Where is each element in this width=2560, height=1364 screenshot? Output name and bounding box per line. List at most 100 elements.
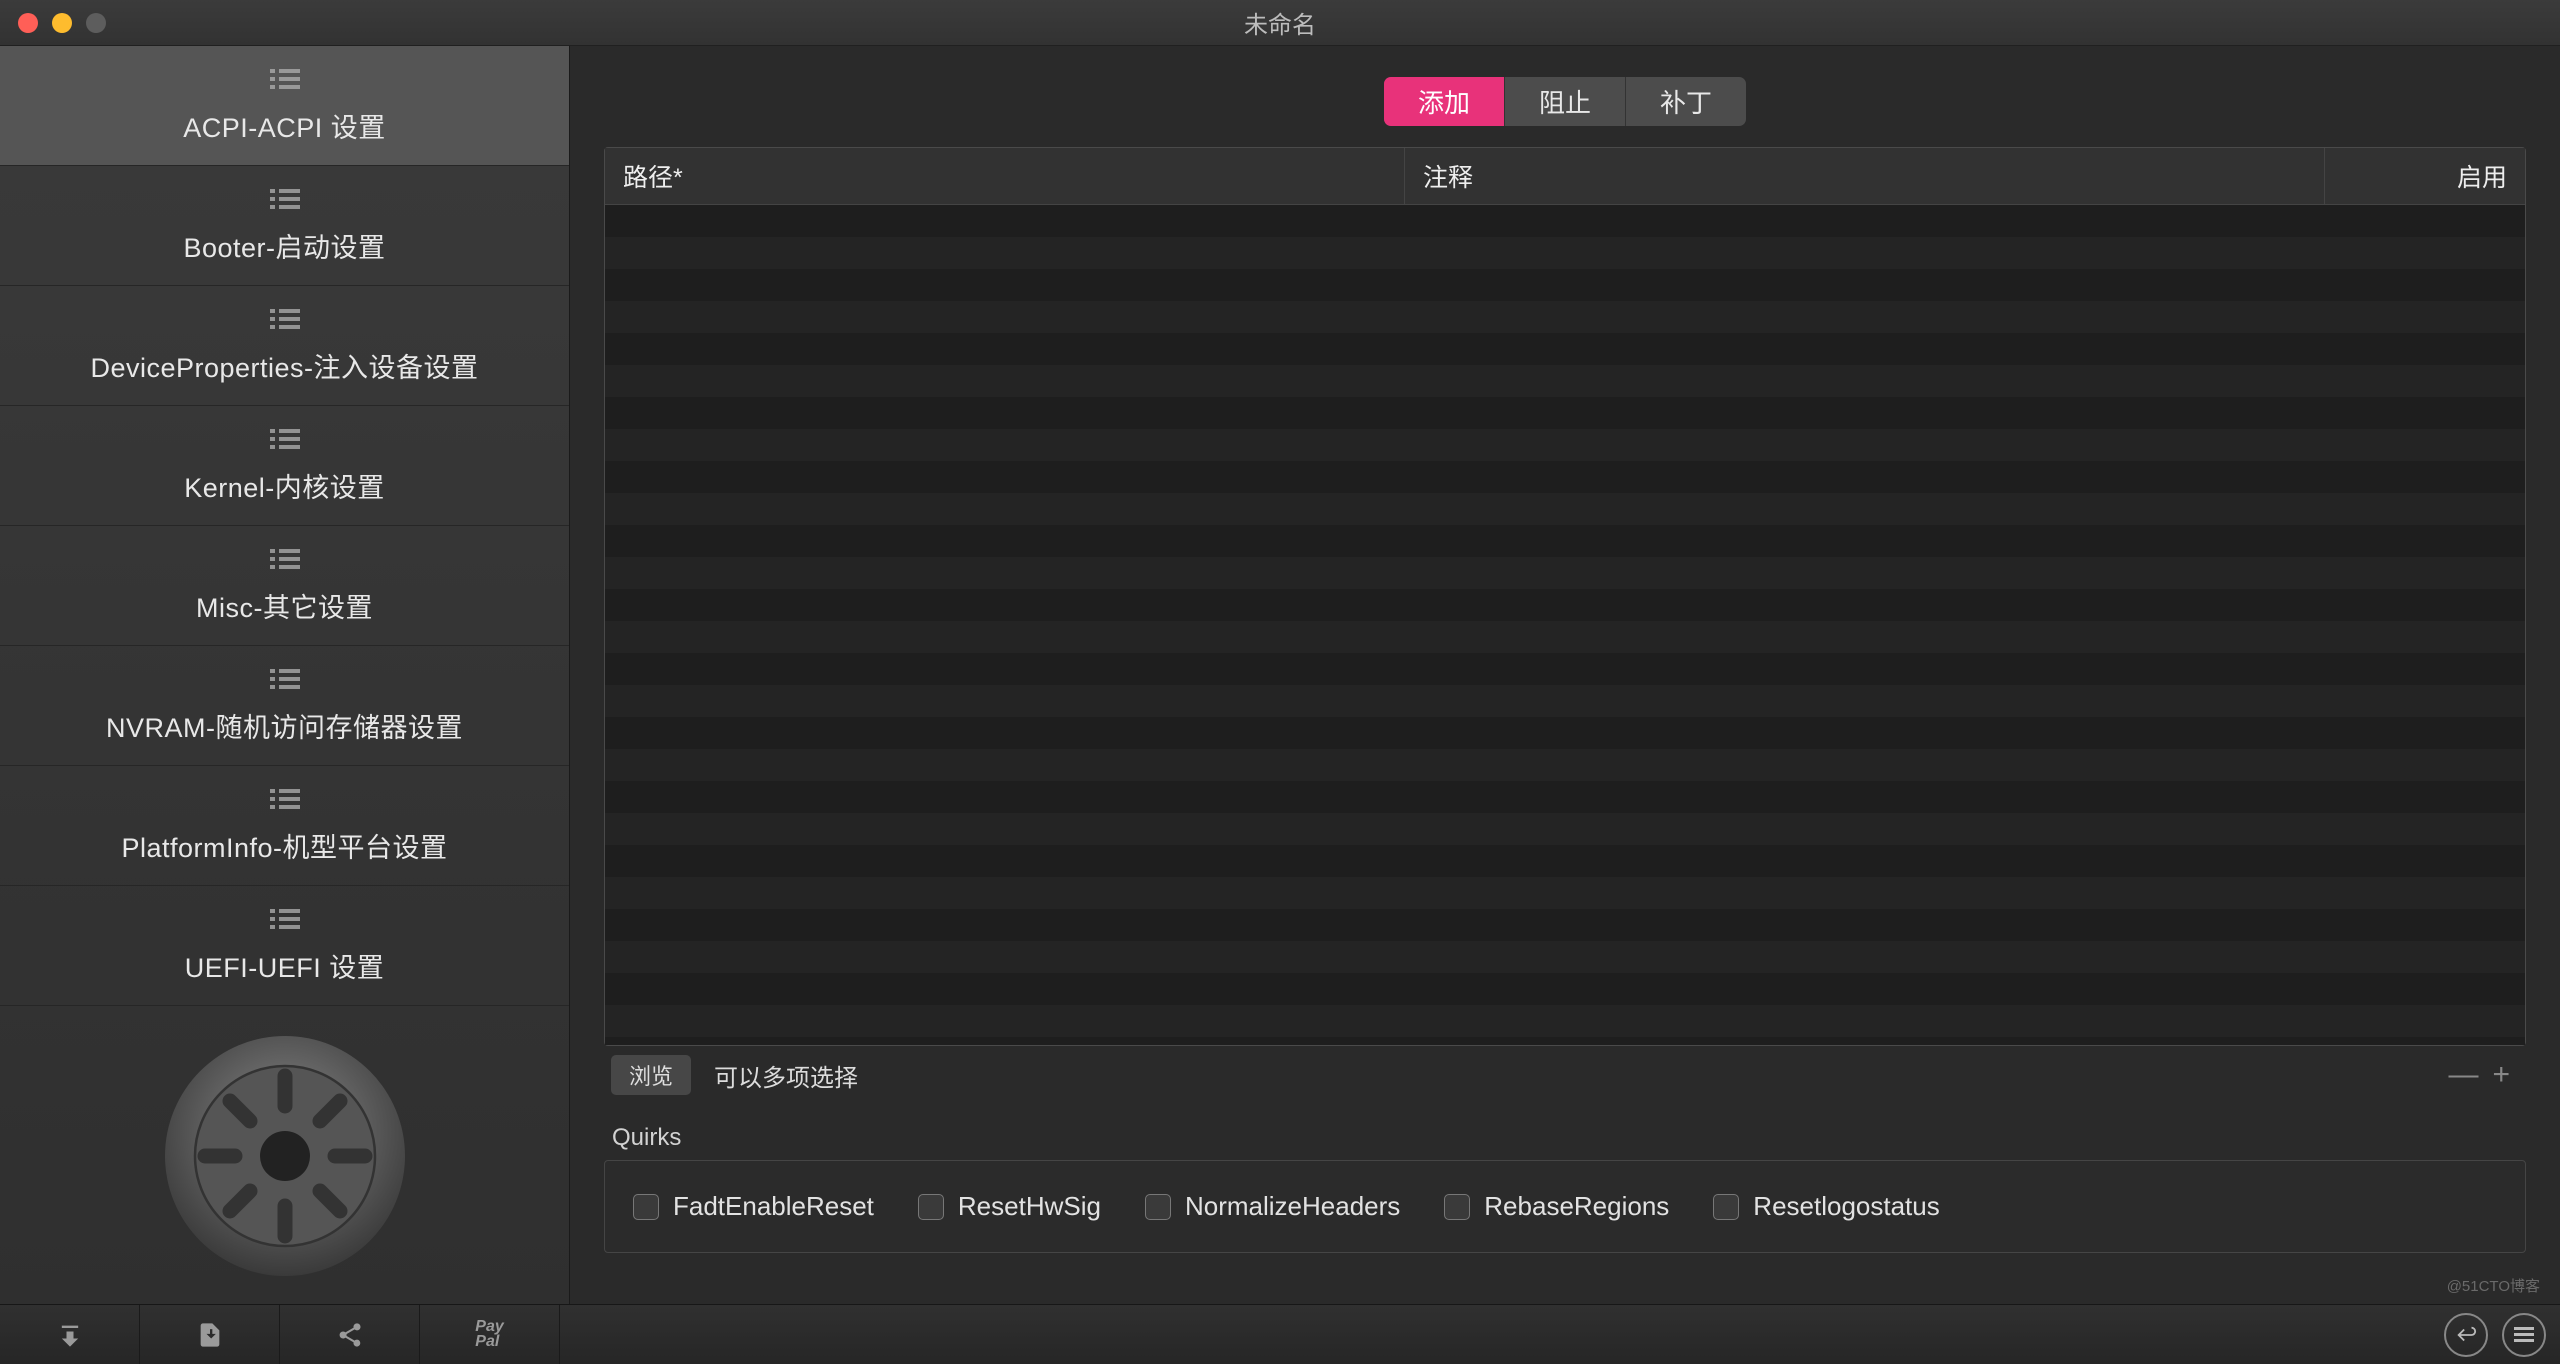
import-button[interactable]	[0, 1305, 140, 1364]
sidebar-item-label: DeviceProperties-注入设备设置	[90, 346, 478, 385]
quirks-section-label: Quirks	[612, 1124, 2526, 1152]
paypal-icon: Pay Pal	[475, 1320, 503, 1349]
checkbox-box[interactable]	[918, 1194, 944, 1220]
paypal-button[interactable]: Pay Pal	[420, 1305, 560, 1364]
list-icon	[270, 427, 300, 458]
col-comment[interactable]: 注释	[1405, 148, 2325, 204]
sidebar-item-uefi[interactable]: UEFI-UEFI 设置	[0, 886, 569, 1006]
footer-hint: 可以多项选择	[714, 1058, 858, 1093]
close-window-button[interactable]	[18, 13, 38, 33]
table-row[interactable]	[605, 429, 2525, 461]
table-footer: 浏览 可以多项选择 — +	[604, 1046, 2526, 1104]
table-body[interactable]	[605, 205, 2525, 1045]
list-icon	[270, 907, 300, 938]
back-arrow-icon	[2455, 1324, 2477, 1346]
table-row[interactable]	[605, 941, 2525, 973]
browse-button[interactable]: 浏览	[610, 1054, 692, 1096]
segmented-tabs: 添加 阻止 补丁	[1383, 76, 1747, 127]
checkbox-label: RebaseRegions	[1484, 1191, 1669, 1222]
zoom-window-button[interactable]	[86, 13, 106, 33]
table-header: 路径* 注释 启用	[605, 148, 2525, 205]
share-icon	[336, 1321, 364, 1349]
list-icon	[270, 547, 300, 578]
sidebar-item-misc[interactable]: Misc-其它设置	[0, 526, 569, 646]
tab-block[interactable]: 阻止	[1505, 77, 1626, 126]
export-icon	[196, 1321, 224, 1349]
share-button[interactable]	[280, 1305, 420, 1364]
tabs-row: 添加 阻止 补丁	[604, 76, 2526, 127]
table-row[interactable]	[605, 237, 2525, 269]
tab-add[interactable]: 添加	[1384, 77, 1505, 126]
table-row[interactable]	[605, 365, 2525, 397]
table-row[interactable]	[605, 333, 2525, 365]
content: ACPI-ACPI 设置 Booter-启动设置 DevicePropertie…	[0, 46, 2560, 1304]
vault-dial-area	[0, 1006, 569, 1304]
sidebar-item-acpi[interactable]: ACPI-ACPI 设置	[0, 46, 569, 166]
table-row[interactable]	[605, 685, 2525, 717]
vault-dial-icon[interactable]	[160, 1031, 410, 1281]
sidebar-item-label: PlatformInfo-机型平台设置	[121, 826, 447, 865]
checkbox-box[interactable]	[1713, 1194, 1739, 1220]
table-row[interactable]	[605, 877, 2525, 909]
table-row[interactable]	[605, 461, 2525, 493]
checkbox-label: FadtEnableReset	[673, 1191, 874, 1222]
back-button[interactable]	[2444, 1313, 2488, 1357]
table-row[interactable]	[605, 781, 2525, 813]
add-row-button[interactable]: +	[2492, 1058, 2510, 1092]
import-icon	[56, 1321, 84, 1349]
table-row[interactable]	[605, 525, 2525, 557]
table: 路径* 注释 启用	[604, 147, 2526, 1046]
table-row[interactable]	[605, 589, 2525, 621]
table-row[interactable]	[605, 621, 2525, 653]
table-row[interactable]	[605, 845, 2525, 877]
table-row[interactable]	[605, 205, 2525, 237]
tab-patch[interactable]: 补丁	[1626, 77, 1746, 126]
table-row[interactable]	[605, 1037, 2525, 1045]
checkbox-normalizeheaders[interactable]: NormalizeHeaders	[1145, 1191, 1400, 1222]
minimize-window-button[interactable]	[52, 13, 72, 33]
bottombar: Pay Pal	[0, 1304, 2560, 1364]
sidebar-item-label: Kernel-内核设置	[184, 466, 385, 505]
table-row[interactable]	[605, 813, 2525, 845]
col-enable[interactable]: 启用	[2325, 148, 2525, 204]
window-title: 未命名	[1244, 5, 1316, 40]
sidebar-item-label: ACPI-ACPI 设置	[183, 106, 386, 145]
table-row[interactable]	[605, 269, 2525, 301]
remove-row-button[interactable]: —	[2448, 1058, 2478, 1092]
checkbox-rebaseregions[interactable]: RebaseRegions	[1444, 1191, 1669, 1222]
sidebar-item-nvram[interactable]: NVRAM-随机访问存储器设置	[0, 646, 569, 766]
list-icon	[270, 67, 300, 98]
sidebar-item-label: Misc-其它设置	[196, 586, 373, 625]
checkbox-box[interactable]	[1145, 1194, 1171, 1220]
checkbox-resetlogostatus[interactable]: Resetlogostatus	[1713, 1191, 1939, 1222]
table-row[interactable]	[605, 909, 2525, 941]
export-button[interactable]	[140, 1305, 280, 1364]
sidebar-item-kernel[interactable]: Kernel-内核设置	[0, 406, 569, 526]
quirks-box: FadtEnableReset ResetHwSig NormalizeHead…	[604, 1160, 2526, 1253]
table-row[interactable]	[605, 397, 2525, 429]
table-row[interactable]	[605, 653, 2525, 685]
checkbox-box[interactable]	[1444, 1194, 1470, 1220]
list-icon	[270, 307, 300, 338]
checkbox-label: Resetlogostatus	[1753, 1191, 1939, 1222]
sidebar-item-platforminfo[interactable]: PlatformInfo-机型平台设置	[0, 766, 569, 886]
row-add-remove: — +	[2448, 1058, 2526, 1092]
menu-icon	[2514, 1327, 2534, 1343]
checkbox-fadtenablereset[interactable]: FadtEnableReset	[633, 1191, 874, 1222]
sidebar-item-label: NVRAM-随机访问存储器设置	[106, 706, 463, 745]
sidebar-item-booter[interactable]: Booter-启动设置	[0, 166, 569, 286]
table-row[interactable]	[605, 557, 2525, 589]
table-row[interactable]	[605, 717, 2525, 749]
col-path[interactable]: 路径*	[605, 148, 1405, 204]
table-row[interactable]	[605, 301, 2525, 333]
table-row[interactable]	[605, 749, 2525, 781]
main-panel: 添加 阻止 补丁 路径* 注释 启用	[570, 46, 2560, 1304]
table-row[interactable]	[605, 973, 2525, 1005]
checkbox-resethwsig[interactable]: ResetHwSig	[918, 1191, 1101, 1222]
table-row[interactable]	[605, 493, 2525, 525]
checkbox-box[interactable]	[633, 1194, 659, 1220]
table-row[interactable]	[605, 1005, 2525, 1037]
menu-button[interactable]	[2502, 1313, 2546, 1357]
titlebar: 未命名	[0, 0, 2560, 46]
sidebar-item-deviceproperties[interactable]: DeviceProperties-注入设备设置	[0, 286, 569, 406]
